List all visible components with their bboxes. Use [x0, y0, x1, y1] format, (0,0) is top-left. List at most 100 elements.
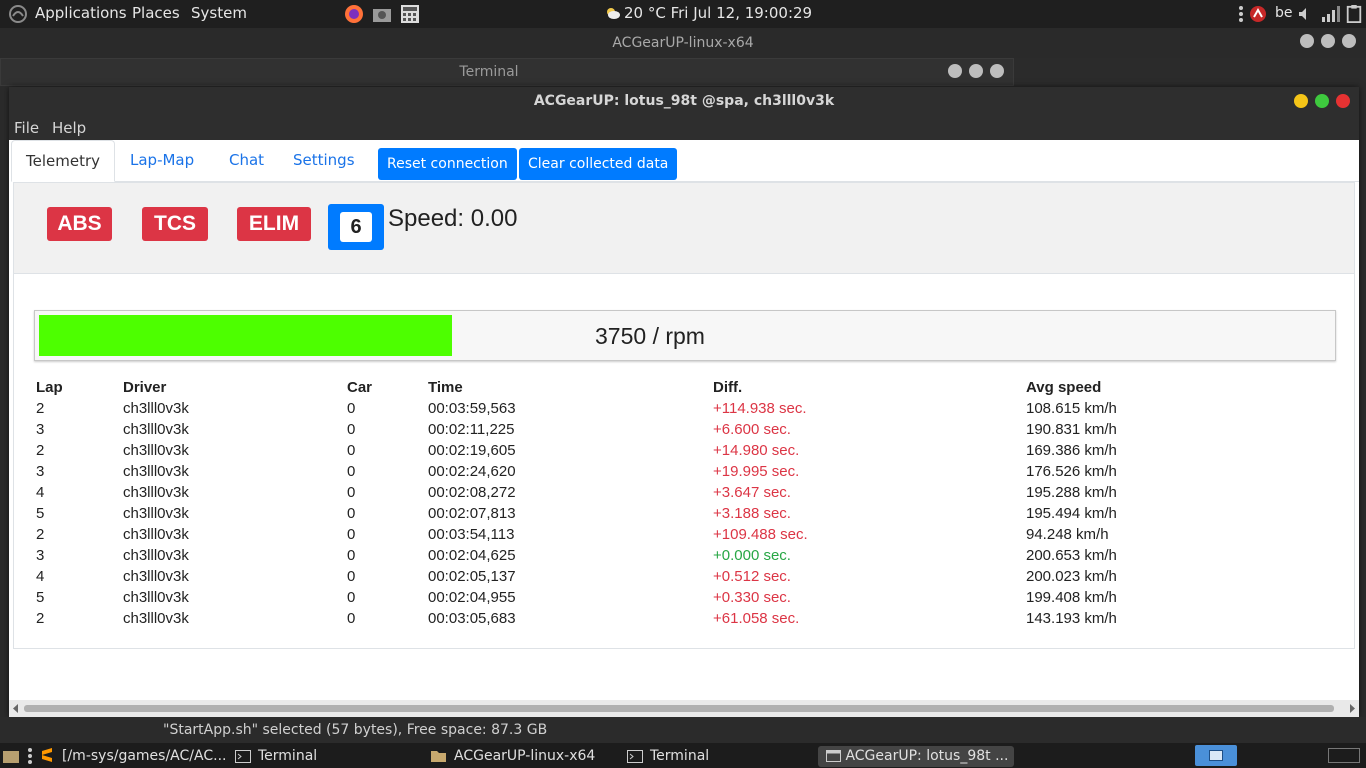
menu-dots-icon[interactable]	[1238, 5, 1244, 23]
driver-cell: ch3lll0v3k	[123, 505, 189, 522]
column-header-diff[interactable]: Diff.	[713, 379, 742, 396]
lap-table: Lap Driver Car Time Diff. Avg speed 2 ch3…	[34, 379, 1324, 631]
column-header-time[interactable]: Time	[428, 379, 463, 396]
tcs-indicator: TCS	[142, 207, 208, 241]
avg-speed-cell: 200.653 km/h	[1026, 547, 1117, 564]
car-cell: 0	[347, 547, 356, 564]
scroll-right-arrow-icon[interactable]	[1348, 704, 1356, 713]
avg-speed-cell: 200.023 km/h	[1026, 568, 1117, 585]
keyboard-layout-indicator[interactable]: be	[1275, 5, 1293, 23]
car-cell: 0	[347, 484, 356, 501]
tab-bar: Telemetry Lap-Map Chat Settings Reset co…	[11, 140, 1359, 182]
lap-cell: 2	[36, 442, 45, 459]
tab-settings[interactable]: Settings	[279, 140, 369, 182]
screenshot-launcher-icon[interactable]	[371, 4, 393, 24]
driver-cell: ch3lll0v3k	[123, 610, 189, 627]
window-button-dot[interactable]	[1342, 34, 1356, 48]
tab-telemetry[interactable]: Telemetry	[11, 140, 116, 182]
window-titlebar[interactable]: ACGearUP: lotus_98t @spa, ch3lll0v3k	[9, 87, 1359, 115]
clock[interactable]: 20 °C Fri Jul 12, 19:00:29	[624, 4, 812, 22]
app-indicator-icon[interactable]	[1249, 5, 1267, 23]
diff-cell: +3.188 sec.	[713, 505, 791, 522]
lap-cell: 4	[36, 568, 45, 585]
table-row: 5 ch3lll0v3k 0 00:02:04,955 +0.330 sec. 199.4…	[34, 589, 1324, 610]
driver-cell: ch3lll0v3k	[123, 400, 189, 417]
workspace-window-icon	[1209, 750, 1223, 761]
elim-indicator: ELIM	[237, 207, 311, 241]
window-button-dot[interactable]	[948, 64, 962, 78]
time-cell: 00:02:11,225	[428, 421, 515, 438]
top-panel: Applications Places System 20 °C Fri Jul…	[0, 0, 1366, 28]
task-editor[interactable]: [/m-sys/games/AC/AC...	[62, 746, 226, 767]
table-header-row: Lap Driver Car Time Diff. Avg speed	[34, 379, 1324, 400]
weather-cloud-icon	[607, 8, 620, 19]
task-terminal-1[interactable]: Terminal	[258, 746, 317, 767]
network-signal-icon[interactable]	[1320, 5, 1340, 23]
applications-menu[interactable]: Applications	[35, 4, 127, 22]
horizontal-scrollbar[interactable]	[9, 700, 1359, 717]
time-cell: 00:02:04,955	[428, 589, 516, 606]
abs-indicator: ABS	[47, 207, 112, 241]
distro-logo-icon[interactable]	[8, 4, 28, 24]
help-menu[interactable]: Help	[52, 119, 86, 137]
system-menu[interactable]: System	[191, 4, 247, 22]
time-cell: 00:02:19,605	[428, 442, 516, 459]
calculator-launcher-icon[interactable]	[399, 4, 421, 24]
task-terminal-2[interactable]: Terminal	[650, 746, 709, 767]
diff-cell: +0.512 sec.	[713, 568, 791, 585]
column-header-car[interactable]: Car	[347, 379, 372, 396]
workspace-2[interactable]	[1328, 748, 1360, 763]
car-cell: 0	[347, 610, 356, 627]
driver-cell: ch3lll0v3k	[123, 526, 189, 543]
lap-cell: 2	[36, 526, 45, 543]
indicator-bar: ABS TCS ELIM 6 Speed: 0.00	[14, 183, 1354, 274]
file-menu[interactable]: File	[14, 119, 39, 137]
tab-lap-map[interactable]: Lap-Map	[116, 140, 208, 182]
avg-speed-cell: 190.831 km/h	[1026, 421, 1117, 438]
bottom-taskbar: [/m-sys/games/AC/AC... Terminal ACGearUP…	[0, 743, 1366, 768]
status-text: "StartApp.sh" selected (57 bytes), Free …	[163, 722, 548, 738]
terminal-window-titlebar[interactable]: Terminal	[0, 58, 1014, 86]
avg-speed-cell: 195.494 km/h	[1026, 505, 1117, 522]
diff-cell: +61.058 sec.	[713, 610, 800, 627]
acgearup-window: ACGearUP: lotus_98t @spa, ch3lll0v3k Fil…	[9, 87, 1359, 717]
workspace-1[interactable]	[1195, 745, 1237, 766]
places-menu[interactable]: Places	[132, 4, 180, 22]
window-button-dot[interactable]	[969, 64, 983, 78]
time-cell: 00:02:08,272	[428, 484, 516, 501]
table-row: 4 ch3lll0v3k 0 00:02:08,272 +3.647 sec. 195.2…	[34, 484, 1324, 505]
clipboard-icon[interactable]	[1345, 5, 1363, 23]
diff-cell: +14.980 sec.	[713, 442, 800, 459]
task-acgearup[interactable]: ACGearUP: lotus_98t ...	[818, 746, 1014, 767]
column-header-driver[interactable]: Driver	[123, 379, 166, 396]
maximize-button[interactable]	[1315, 94, 1329, 108]
terminal-icon	[627, 750, 643, 763]
scrollbar-thumb[interactable]	[24, 705, 1334, 712]
reset-connection-button[interactable]: Reset connection	[378, 148, 517, 180]
driver-cell: ch3lll0v3k	[123, 589, 189, 606]
column-header-lap[interactable]: Lap	[36, 379, 63, 396]
table-row: 3 ch3lll0v3k 0 00:02:04,625 +0.000 sec. 200.6…	[34, 547, 1324, 568]
task-filemanager[interactable]: ACGearUP-linux-x64	[454, 746, 595, 767]
tab-chat[interactable]: Chat	[215, 140, 278, 182]
firefox-launcher-icon[interactable]	[343, 4, 365, 24]
window-button-dot[interactable]	[990, 64, 1004, 78]
minimize-button[interactable]	[1294, 94, 1308, 108]
scroll-left-arrow-icon[interactable]	[12, 704, 20, 713]
taskbar-handle-icon[interactable]	[27, 747, 33, 765]
table-row: 2 ch3lll0v3k 0 00:03:59,563 +114.938 sec. 108…	[34, 400, 1324, 421]
window-button-dot[interactable]	[1300, 34, 1314, 48]
window-button-dot[interactable]	[1321, 34, 1335, 48]
close-button[interactable]	[1336, 94, 1350, 108]
filemanager-window-title: ACGearUP-linux-x64	[612, 35, 754, 51]
car-cell: 0	[347, 589, 356, 606]
avg-speed-cell: 195.288 km/h	[1026, 484, 1117, 501]
show-desktop-icon[interactable]	[2, 747, 20, 765]
clear-collected-data-button[interactable]: Clear collected data	[519, 148, 678, 180]
filemanager-window-titlebar[interactable]: ACGearUP-linux-x64	[0, 28, 1366, 58]
sublime-text-icon	[42, 748, 52, 762]
table-row: 2 ch3lll0v3k 0 00:02:19,605 +14.980 sec. 169.…	[34, 442, 1324, 463]
column-header-avg-speed[interactable]: Avg speed	[1026, 379, 1101, 396]
volume-icon[interactable]	[1297, 5, 1313, 23]
car-cell: 0	[347, 526, 356, 543]
